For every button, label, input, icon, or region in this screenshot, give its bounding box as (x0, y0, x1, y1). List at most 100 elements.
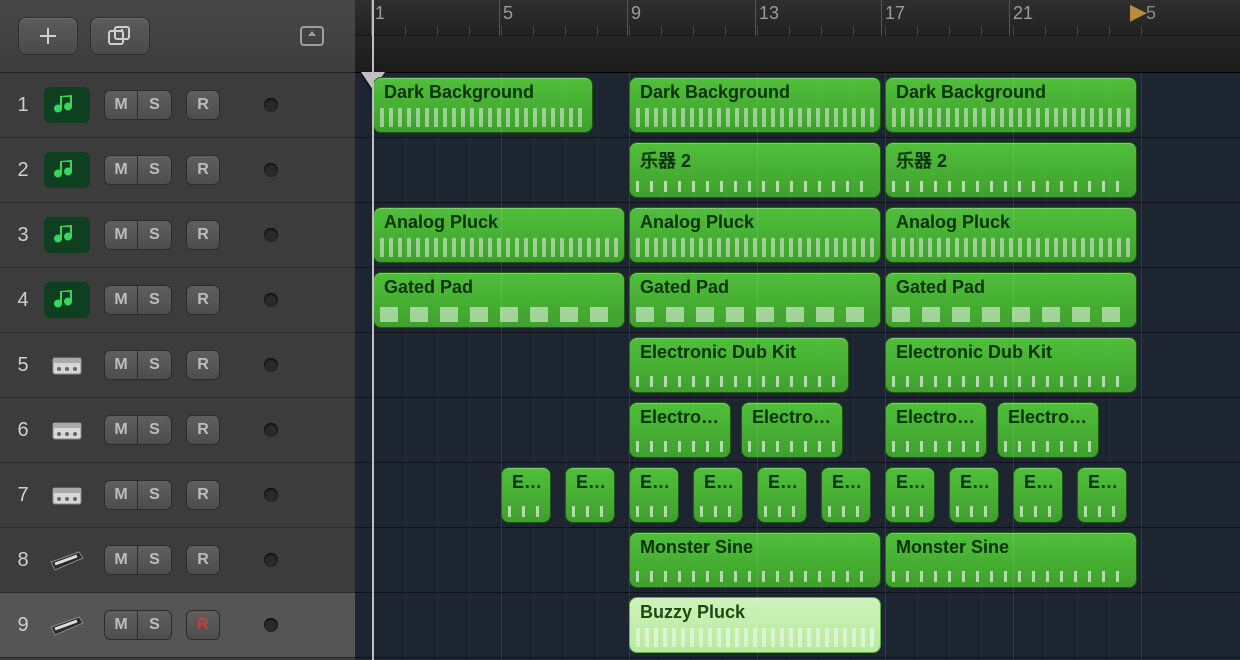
region-label: Elect (694, 468, 742, 493)
solo-button[interactable]: S (138, 415, 172, 445)
mute-button[interactable]: M (104, 545, 138, 575)
beat-ruler[interactable] (355, 36, 1240, 73)
track-row-9[interactable]: 9MSR (0, 593, 355, 658)
bar-ruler[interactable]: 159131721◀5 (355, 0, 1240, 36)
record-enable-button[interactable]: R (186, 90, 220, 120)
collapse-tracks-button[interactable] (287, 17, 337, 55)
track-type-icon[interactable] (44, 282, 90, 318)
midi-region[interactable]: Electronic (629, 402, 731, 458)
track-row-2[interactable]: 2MSR (0, 138, 355, 203)
mute-button[interactable]: M (104, 350, 138, 380)
midi-region[interactable]: Electronic Dub Kit (629, 337, 849, 393)
midi-region[interactable]: Elect (629, 467, 679, 523)
solo-button[interactable]: S (138, 220, 172, 250)
midi-region[interactable]: Elect (885, 467, 935, 523)
solo-button[interactable]: S (138, 480, 172, 510)
ruler-tick: 9 (631, 3, 641, 24)
arrangement-area[interactable]: 159131721◀5 Dark BackgroundDark Backgrou… (355, 0, 1240, 660)
mute-button[interactable]: M (104, 155, 138, 185)
record-enable-button[interactable]: R (186, 545, 220, 575)
level-meter (264, 423, 278, 437)
midi-region[interactable]: Gated Pad (373, 272, 625, 328)
region-label: Dark Background (630, 78, 880, 103)
track-type-icon[interactable] (44, 607, 90, 643)
record-enable-button[interactable]: R (186, 285, 220, 315)
record-enable-button[interactable]: R (186, 610, 220, 640)
midi-region[interactable]: 乐器 2 (885, 142, 1137, 198)
track-number: 5 (8, 354, 38, 377)
region-label: Monster Sine (886, 533, 1136, 558)
cycle-end-marker[interactable]: ◀ (1130, 0, 1147, 25)
mute-button[interactable]: M (104, 90, 138, 120)
midi-region[interactable]: Elect (757, 467, 807, 523)
msr-group: MS (104, 285, 172, 315)
track-row-3[interactable]: 3MSR (0, 203, 355, 268)
midi-region[interactable]: Dark Background (373, 77, 593, 133)
midi-region[interactable]: Monster Sine (885, 532, 1137, 588)
solo-button[interactable]: S (138, 610, 172, 640)
track-type-icon[interactable] (44, 542, 90, 578)
midi-notes-preview (636, 628, 874, 647)
midi-region[interactable]: Elect (1077, 467, 1127, 523)
midi-region[interactable]: 乐器 2 (629, 142, 881, 198)
solo-button[interactable]: S (138, 545, 172, 575)
record-enable-button[interactable]: R (186, 480, 220, 510)
midi-region[interactable]: Buzzy Pluck (629, 597, 881, 653)
midi-region[interactable]: Elect (693, 467, 743, 523)
solo-button[interactable]: S (138, 155, 172, 185)
track-type-icon[interactable] (44, 477, 90, 513)
midi-notes-preview (1020, 506, 1056, 517)
record-enable-button[interactable]: R (186, 220, 220, 250)
midi-region[interactable]: Analog Pluck (885, 207, 1137, 263)
midi-region[interactable]: Analog Pluck (629, 207, 881, 263)
duplicate-track-button[interactable] (90, 17, 150, 55)
midi-region[interactable]: Elect (501, 467, 551, 523)
record-enable-button[interactable]: R (186, 415, 220, 445)
midi-region[interactable]: Electronic Dub Kit (885, 337, 1137, 393)
track-row-6[interactable]: 6MSR (0, 398, 355, 463)
mute-button[interactable]: M (104, 610, 138, 640)
track-type-icon[interactable] (44, 152, 90, 188)
track-type-icon[interactable] (44, 87, 90, 123)
mute-button[interactable]: M (104, 220, 138, 250)
mute-button[interactable]: M (104, 415, 138, 445)
track-type-icon[interactable] (44, 347, 90, 383)
ruler-tick: 5 (503, 3, 513, 24)
mute-button[interactable]: M (104, 285, 138, 315)
region-label: Elect (1078, 468, 1126, 493)
region-label: Analog Pluck (630, 208, 880, 233)
midi-region[interactable]: Dark Background (629, 77, 881, 133)
track-type-icon[interactable] (44, 412, 90, 448)
midi-region[interactable]: Elect (1013, 467, 1063, 523)
msr-group: MS (104, 480, 172, 510)
record-enable-button[interactable]: R (186, 155, 220, 185)
midi-region[interactable]: Electronic (885, 402, 987, 458)
region-label: Gated Pad (886, 273, 1136, 298)
midi-region[interactable]: Gated Pad (629, 272, 881, 328)
track-type-icon[interactable] (44, 217, 90, 253)
midi-region[interactable]: Elect (949, 467, 999, 523)
region-label: Elect (630, 468, 678, 493)
region-label: Electronic (886, 403, 986, 428)
midi-region[interactable]: Monster Sine (629, 532, 881, 588)
midi-region[interactable]: Elect (565, 467, 615, 523)
midi-region[interactable]: Analog Pluck (373, 207, 625, 263)
track-row-4[interactable]: 4MSR (0, 268, 355, 333)
record-enable-button[interactable]: R (186, 350, 220, 380)
track-row-7[interactable]: 7MSR (0, 463, 355, 528)
track-row-5[interactable]: 5 MSR (0, 333, 355, 398)
mute-button[interactable]: M (104, 480, 138, 510)
midi-notes-preview (636, 376, 842, 387)
solo-button[interactable]: S (138, 350, 172, 380)
cycle-end-label: 5 (1146, 3, 1156, 24)
track-row-1[interactable]: 1MSR (0, 73, 355, 138)
solo-button[interactable]: S (138, 285, 172, 315)
midi-notes-preview (892, 181, 1130, 192)
solo-button[interactable]: S (138, 90, 172, 120)
midi-notes-preview (892, 376, 1130, 387)
midi-region[interactable]: Dark Background (885, 77, 1137, 133)
add-track-button[interactable] (18, 17, 78, 55)
midi-region[interactable]: Elect (821, 467, 871, 523)
midi-region[interactable]: Gated Pad (885, 272, 1137, 328)
track-row-8[interactable]: 8MSR (0, 528, 355, 593)
